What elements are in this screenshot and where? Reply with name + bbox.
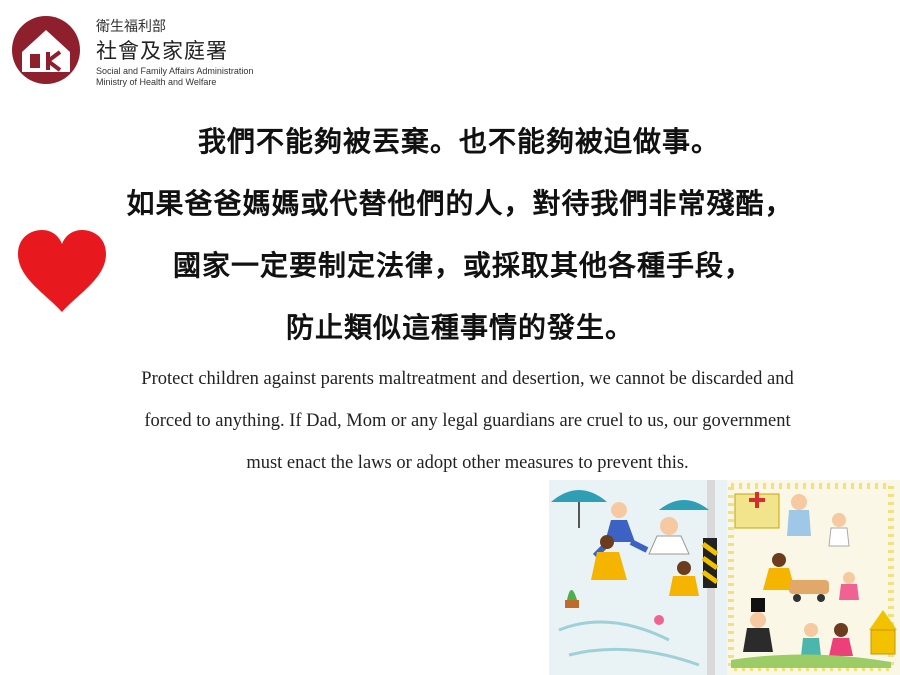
heading-line-3: 國家一定要制定法律，或採取其他各種手段，	[172, 249, 753, 282]
org-logo: 衛生福利部 社會及家庭署 Social and Family Affairs A…	[8, 8, 268, 88]
english-line-3: must enact the laws or adopt other measu…	[246, 453, 689, 473]
heading-line-1: 我們不能夠被丟棄。也不能夠被迫做事。	[197, 125, 720, 158]
org-name-en-agency: Social and Family Affairs Administration	[96, 66, 254, 76]
english-line-2: forced to anything. If Dad, Mom or any l…	[144, 411, 791, 431]
heading-line-4: 防止類似這種事情的發生。	[285, 311, 634, 344]
house-k-logo-icon	[12, 16, 80, 84]
english-paragraph: Protect children against parents maltrea…	[40, 358, 895, 484]
children-drawing-illustration	[549, 480, 900, 675]
heading-line-2: 如果爸爸媽媽或代替他們的人，對待我們非常殘酷，	[126, 187, 794, 220]
org-name-zh-ministry: 衛生福利部	[96, 19, 166, 35]
org-name-zh-agency: 社會及家庭署	[96, 39, 228, 63]
org-name-en-ministry: Ministry of Health and Welfare	[96, 77, 217, 87]
english-line-1: Protect children against parents maltrea…	[141, 369, 794, 389]
